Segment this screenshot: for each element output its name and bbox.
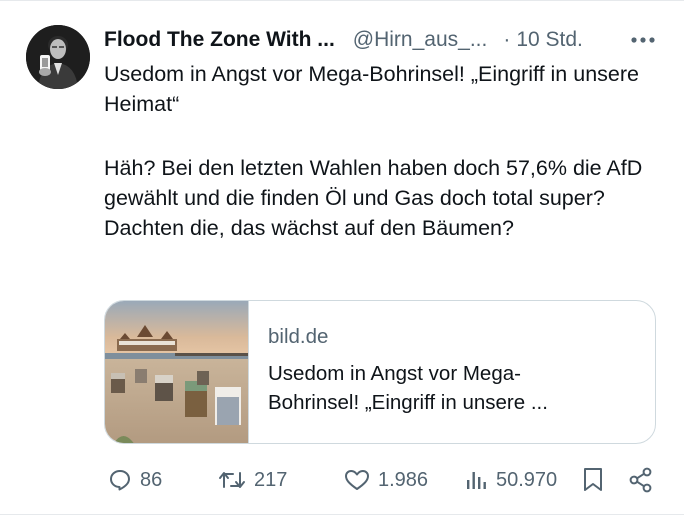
more-horizontal-icon[interactable] — [626, 25, 660, 55]
separator-dot: · — [503, 28, 511, 51]
repost-count: 217 — [254, 468, 288, 491]
link-card-title: Usedom in Angst vor Mega- Bohrinsel! „Ei… — [268, 359, 548, 417]
reply-button[interactable]: 86 — [108, 463, 162, 497]
repost-icon — [218, 468, 246, 492]
views-count: 50.970 — [496, 468, 558, 491]
share-icon — [628, 467, 654, 493]
share-button[interactable] — [628, 463, 654, 497]
tweet-text-line: Usedom in Angst vor Mega-Bohrinsel! „Ein… — [104, 62, 639, 116]
tweet-text-line: Häh? Bei den letzten Wahlen haben doch 5… — [104, 156, 643, 210]
reply-count: 86 — [140, 468, 163, 491]
link-card-title-line: Usedom in Angst vor Mega- — [268, 362, 521, 385]
link-card-domain: bild.de — [268, 325, 329, 348]
tweet-header: Flood The Zone With ... @Hirn_aus_... · … — [104, 23, 660, 57]
bookmark-icon — [582, 467, 604, 493]
link-card-title-line: Bohrinsel! „Eingriff in unsere ... — [268, 391, 548, 414]
link-card-image — [105, 301, 249, 443]
repost-button[interactable]: 217 — [218, 463, 287, 497]
timestamp[interactable]: 10 Std. — [516, 28, 583, 52]
avatar[interactable] — [26, 25, 90, 89]
tweet-text: Usedom in Angst vor Mega-Bohrinsel! „Ein… — [104, 59, 660, 243]
like-count: 1.986 — [378, 468, 429, 491]
user-handle[interactable]: @Hirn_aus_... — [353, 28, 488, 52]
tweet[interactable]: Flood The Zone With ... @Hirn_aus_... · … — [0, 0, 684, 515]
link-card[interactable]: bild.de Usedom in Angst vor Mega- Bohrin… — [104, 300, 656, 444]
like-button[interactable]: 1.986 — [344, 463, 428, 497]
bookmark-button[interactable] — [582, 463, 604, 497]
tweet-text-line: Dachten die, das wächst auf den Bäumen? — [104, 216, 514, 240]
reply-icon — [108, 468, 132, 492]
action-bar: 86 217 1.986 50.970 — [104, 463, 660, 497]
display-name[interactable]: Flood The Zone With ... — [104, 28, 335, 52]
views-button[interactable]: 50.970 — [464, 463, 557, 497]
like-icon — [344, 468, 370, 492]
views-icon — [464, 468, 488, 492]
